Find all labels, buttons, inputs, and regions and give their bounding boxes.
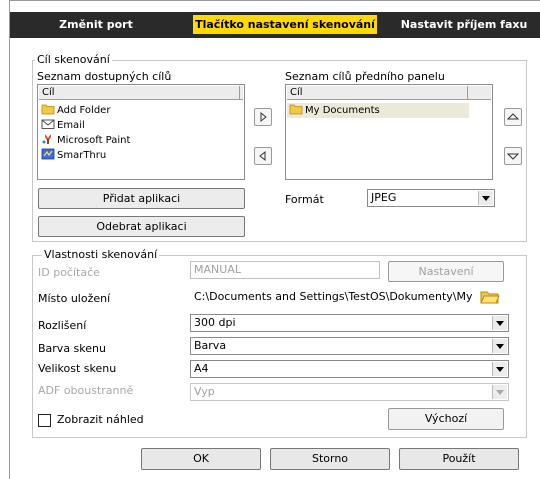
list-item-microsoft-paint[interactable]: Microsoft Paint xyxy=(41,133,130,148)
scan-size-value: A4 xyxy=(194,362,209,375)
pc-id-field: MANUAL xyxy=(190,261,380,279)
resolution-label: Rozlišení xyxy=(38,319,87,332)
adf-duplex-value: Vyp xyxy=(194,385,215,398)
list-column-header: Cíl xyxy=(39,86,243,100)
list-item-label: Microsoft Paint xyxy=(57,135,131,146)
folder-icon xyxy=(480,291,500,304)
paint-icon xyxy=(42,134,51,144)
move-down-button[interactable] xyxy=(504,147,522,165)
scan-size-select[interactable]: A4 xyxy=(190,360,509,378)
apply-button[interactable]: Použít xyxy=(399,448,519,470)
move-up-button[interactable] xyxy=(504,108,522,126)
smarthru-icon xyxy=(41,148,55,160)
scan-color-select[interactable]: Barva xyxy=(190,337,509,355)
tab-bar: Změnit port Tlačítko nastavení skenování… xyxy=(10,12,540,38)
tab-scan-button-settings[interactable]: Tlačítko nastavení skenování xyxy=(192,12,378,38)
default-button[interactable]: Výchozí xyxy=(388,408,504,430)
list-item-label: Add Folder xyxy=(57,105,111,116)
chevron-down-icon xyxy=(492,339,507,353)
available-destinations-list[interactable]: Cíl Add Folder Email Microsoft Paint Sma… xyxy=(37,84,245,180)
adf-duplex-select: Vyp xyxy=(190,383,509,401)
tab-label: Tlačítko nastavení skenování xyxy=(193,15,377,34)
browse-folder-button[interactable] xyxy=(480,289,500,305)
show-preview-checkbox[interactable] xyxy=(38,414,51,427)
list-item-my-documents[interactable]: My Documents xyxy=(287,103,469,118)
save-location-field: C:\Documents and Settings\TestOS\Dokumen… xyxy=(190,288,477,306)
column-label: Cíl xyxy=(290,87,303,98)
tab-label: Změnit port xyxy=(59,18,133,31)
show-preview-label: Zobrazit náhled xyxy=(57,413,144,426)
adf-duplex-label: ADF oboustranně xyxy=(38,384,134,397)
move-right-button[interactable] xyxy=(254,108,272,126)
arrow-right-icon xyxy=(260,111,267,123)
resolution-select[interactable]: 300 dpi xyxy=(190,314,509,332)
envelope-icon xyxy=(41,119,55,129)
arrow-down-icon xyxy=(506,153,520,160)
scan-color-label: Barva skenu xyxy=(38,342,106,355)
list-item-label: Email xyxy=(57,120,85,131)
folder-icon xyxy=(289,104,303,115)
cancel-button[interactable]: Storno xyxy=(270,448,390,470)
scan-size-label: Velikost skenu xyxy=(38,362,117,375)
move-left-button[interactable] xyxy=(254,147,272,165)
add-application-button[interactable]: Přidat aplikaci xyxy=(38,188,245,209)
list-item-label: My Documents xyxy=(305,105,380,116)
scan-properties-legend: Vlastnosti skenování xyxy=(42,248,160,261)
available-list-label: Seznam dostupných cílů xyxy=(37,70,172,83)
remove-application-button[interactable]: Odebrat aplikaci xyxy=(38,216,245,237)
folder-icon xyxy=(41,104,55,115)
arrow-up-icon xyxy=(506,113,520,120)
tab-label: Nastavit příjem faxu xyxy=(400,18,528,31)
settings-button: Nastavení xyxy=(388,261,504,282)
front-panel-destinations-list[interactable]: Cíl My Documents xyxy=(285,84,493,180)
tab-change-port[interactable]: Změnit port xyxy=(10,12,182,38)
save-location-label: Místo uložení xyxy=(38,292,111,305)
format-value: JPEG xyxy=(371,191,397,204)
chevron-down-icon xyxy=(478,191,493,205)
chevron-down-icon xyxy=(492,316,507,330)
format-select[interactable]: JPEG xyxy=(367,189,495,207)
chevron-down-icon xyxy=(492,362,507,376)
list-item-email[interactable]: Email xyxy=(41,118,85,133)
list-item-label: SmarThru xyxy=(57,150,107,161)
arrow-left-icon xyxy=(259,150,266,162)
chevron-down-icon xyxy=(492,385,507,399)
list-column-header: Cíl xyxy=(287,86,491,100)
list-item-add-folder[interactable]: Add Folder xyxy=(41,103,110,118)
ok-button[interactable]: OK xyxy=(141,448,261,470)
front-panel-list-label: Seznam cílů předního panelu xyxy=(285,70,445,83)
pc-id-label: ID počítače xyxy=(38,266,100,279)
scan-color-value: Barva xyxy=(194,339,227,352)
resolution-value: 300 dpi xyxy=(194,316,236,329)
list-item-smarthru[interactable]: SmarThru xyxy=(41,148,106,163)
scan-destination-legend: Cíl skenování xyxy=(35,53,112,66)
column-label: Cíl xyxy=(42,87,55,98)
tab-fax-receive[interactable]: Nastavit příjem faxu xyxy=(388,12,540,38)
format-label: Formát xyxy=(285,193,324,206)
